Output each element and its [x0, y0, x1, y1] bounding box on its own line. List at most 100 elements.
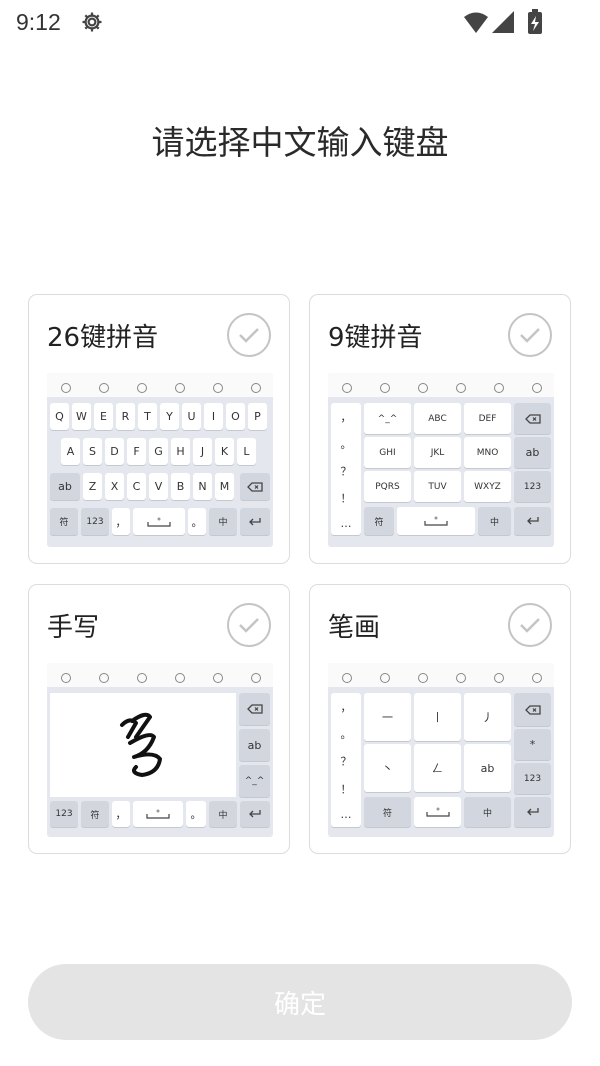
option-label: 笔画 — [328, 613, 381, 643]
battery-charging-icon — [528, 9, 542, 34]
option-label: 26键拼音 — [47, 323, 159, 353]
number-key: 123 — [50, 801, 78, 827]
key: C — [127, 473, 146, 500]
emoticon-key: ^_^ — [239, 765, 270, 797]
skin-icon — [60, 669, 72, 683]
enter-icon — [514, 797, 551, 827]
key: P — [248, 403, 267, 430]
microphone-icon — [417, 669, 429, 683]
backspace-icon — [514, 693, 551, 726]
status-time: 9:12 — [16, 9, 61, 35]
key: 丶 — [364, 744, 411, 792]
keyboard-preview: ab ^_^ 123 符 ， 。 中 — [47, 663, 273, 837]
key: J — [193, 438, 212, 465]
key: T — [138, 403, 157, 430]
key: B — [171, 473, 190, 500]
space-key — [397, 507, 475, 535]
key: W — [72, 403, 91, 430]
status-icons — [462, 9, 552, 41]
ab-key: ab — [50, 473, 80, 500]
key: ABC — [414, 403, 461, 434]
punct: ！ — [340, 491, 352, 505]
collapse-chevron-icon — [250, 379, 262, 393]
option-label: 9键拼音 — [328, 323, 423, 353]
keyboard-preview: ， 。 ？ ！ … 一 丨 丿 丶 𠃋 ab * 123 符 中 — [328, 663, 554, 837]
space-key — [133, 508, 185, 535]
key: M — [215, 473, 234, 500]
chinese-english-key: 中 — [209, 508, 237, 535]
wifi-icon — [464, 12, 488, 33]
symbol-key: 符 — [364, 507, 394, 535]
page-title: 请选择中文输入键盘 — [151, 123, 449, 162]
select-check-icon[interactable] — [508, 603, 552, 647]
collapse-chevron-icon — [250, 669, 262, 683]
select-check-icon[interactable] — [227, 603, 271, 647]
enter-icon — [240, 801, 270, 827]
key: PQRS — [364, 471, 411, 502]
enter-icon — [514, 507, 551, 535]
key: DEF — [464, 403, 511, 434]
key: Y — [160, 403, 179, 430]
number-key: 123 — [81, 508, 109, 535]
backspace-icon — [239, 693, 270, 725]
key: X — [105, 473, 124, 500]
symbol-key: 符 — [81, 801, 109, 827]
punct: ！ — [340, 782, 352, 796]
key: L — [237, 438, 256, 465]
emoji-icon — [493, 379, 505, 393]
number-key: 123 — [514, 471, 551, 502]
symbol-key: 符 — [50, 508, 78, 535]
chinese-english-key: 中 — [464, 797, 511, 827]
microphone-icon — [136, 379, 148, 393]
microphone-icon — [417, 379, 429, 393]
keyboard-toolbar — [47, 373, 273, 397]
keyboard-option-stroke[interactable]: 笔画 ， 。 ？ ！ … 一 丨 丿 丶 𠃋 ab * 123 符 中 — [309, 584, 571, 854]
skin-icon — [60, 379, 72, 393]
space-key — [133, 801, 183, 827]
select-check-icon[interactable] — [227, 313, 271, 357]
confirm-button[interactable]: 确定 — [28, 964, 572, 1040]
punct: ， — [340, 410, 352, 424]
skin-icon — [341, 379, 353, 393]
key: G — [149, 438, 168, 465]
cursor-move-icon — [455, 669, 467, 683]
punct: 。 — [340, 728, 352, 742]
cursor-move-icon — [174, 669, 186, 683]
keyboard-toolbar — [328, 373, 554, 397]
ab-key: ab — [514, 437, 551, 468]
chinese-english-key: 中 — [209, 801, 237, 827]
clipboard-icon — [379, 669, 391, 683]
key: 𠃋 — [414, 744, 461, 792]
clipboard-icon — [98, 669, 110, 683]
punct: 。 — [340, 437, 352, 451]
punct: … — [340, 516, 352, 530]
backspace-icon — [514, 403, 551, 434]
select-check-icon[interactable] — [508, 313, 552, 357]
period-key: 。 — [188, 508, 206, 535]
emoji-icon — [493, 669, 505, 683]
option-label: 手写 — [47, 613, 100, 643]
enter-icon — [240, 508, 270, 535]
key: K — [215, 438, 234, 465]
emoji-icon — [212, 669, 224, 683]
key: Z — [83, 473, 102, 500]
keyboard-option-26-key-pinyin[interactable]: 26键拼音 Q W E R T Y U I O P A S D F G H J … — [28, 294, 290, 564]
key: Q — [50, 403, 69, 430]
chinese-english-key: 中 — [478, 507, 511, 535]
clipboard-icon — [379, 379, 391, 393]
key: ab — [464, 744, 511, 792]
status-bar: 9:12 — [0, 0, 600, 46]
key: S — [83, 438, 102, 465]
punctuation-column: ， 。 ？ ！ … — [331, 403, 361, 535]
keyboard-option-9-key-pinyin[interactable]: 9键拼音 ， 。 ？ ！ … ^_^ ABC DEF GHI JKL MNO P… — [309, 294, 571, 564]
key: R — [116, 403, 135, 430]
key: O — [226, 403, 245, 430]
keyboard-option-handwriting[interactable]: 手写 ab ^_^ 123 符 ， 。 中 — [28, 584, 290, 854]
key: 一 — [364, 693, 411, 741]
key: ^_^ — [364, 403, 411, 434]
key: F — [127, 438, 146, 465]
key: V — [149, 473, 168, 500]
comma-key: ， — [112, 801, 130, 827]
key: JKL — [414, 437, 461, 468]
key: TUV — [414, 471, 461, 502]
